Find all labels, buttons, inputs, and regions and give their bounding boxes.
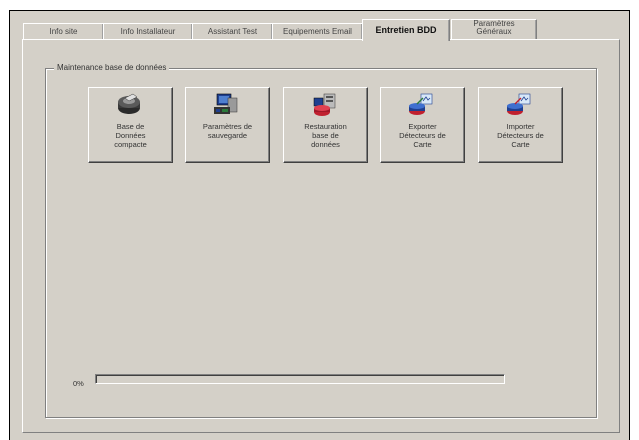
tab-entretien-bdd[interactable]: Entretien BDD (362, 19, 450, 41)
window-frame-right (629, 10, 639, 440)
tab-info-site[interactable]: Info site (23, 23, 104, 40)
restore-database-button[interactable]: Restauration base de données (283, 87, 368, 163)
import-detectors-button[interactable]: Importer Détecteurs de Carte (478, 87, 563, 163)
tab-strip: Info site Info Installateur Assistant Te… (23, 19, 623, 41)
tab-parametres-line2: Généraux (476, 27, 512, 36)
compact-database-label: Base de Données compacte (114, 122, 147, 149)
tab-panel-entretien-bdd: Maintenance base de données Base de Donn… (22, 39, 620, 433)
database-restore-icon (313, 93, 336, 116)
import-detectors-icon (507, 93, 531, 115)
compact-database-button[interactable]: Base de Données compacte (88, 87, 173, 163)
tab-assistant-test[interactable]: Assistant Test (192, 23, 273, 40)
export-detectors-icon (409, 93, 433, 115)
groupbox-title: Maintenance base de données (54, 63, 170, 72)
export-detectors-button[interactable]: Exporter Détecteurs de Carte (380, 87, 465, 163)
tab-parametres-generaux[interactable]: Paramètres Généraux (451, 19, 537, 40)
window-frame-left (0, 10, 10, 440)
window-frame-top (0, 0, 639, 11)
progress-percent-label: 0% (73, 379, 84, 388)
export-detectors-label: Exporter Détecteurs de Carte (399, 122, 446, 149)
progress-bar (95, 374, 505, 384)
database-disk-icon (118, 93, 140, 114)
settings-dialog: Info site Info Installateur Assistant Te… (10, 11, 629, 440)
tab-equipements-email[interactable]: Equipements Email (272, 23, 363, 40)
maintenance-groupbox: Maintenance base de données Base de Donn… (45, 63, 597, 418)
restore-database-label: Restauration base de données (304, 122, 347, 149)
tab-info-installateur[interactable]: Info Installateur (103, 23, 193, 40)
computer-backup-icon (214, 93, 238, 114)
backup-settings-button[interactable]: Paramètres de sauvegarde (185, 87, 270, 163)
import-detectors-label: Importer Détecteurs de Carte (497, 122, 544, 149)
backup-settings-label: Paramètres de sauvegarde (202, 122, 253, 140)
